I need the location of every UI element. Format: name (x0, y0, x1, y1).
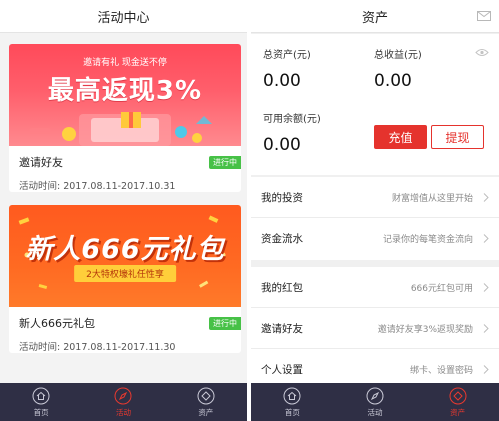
balance-label: 可用余额(元) (263, 114, 321, 125)
activity-center-screen: 活动中心 邀请有礼 现金送不停 最高返现3% 邀请好友 活动时间: 2017.0… (0, 0, 247, 421)
tab-label: 资产 (198, 407, 214, 417)
tab-assets[interactable]: 资产 (416, 383, 499, 421)
banner-headline: 最高返现3% (47, 76, 203, 106)
activity-header: 活动中心 (0, 0, 247, 33)
bottom-tab-bar: 首页 活动 资产 (0, 383, 247, 421)
total-income-value: 0.00 (374, 71, 412, 91)
asset-summary: 总资产(元) 0.00 总收益(元) 0.00 可用余额(元) 0.00 充值 … (251, 34, 499, 175)
page-title: 资产 (361, 10, 388, 26)
diamond-icon (449, 387, 467, 404)
menu-item-my-investment[interactable]: 我的投资 财富增值从这里开始 (251, 177, 499, 218)
menu-hint: 绑卡、设置密码 (409, 366, 473, 376)
banner-headline: 新人666元礼包 (25, 234, 225, 265)
home-icon (32, 387, 50, 404)
tab-assets[interactable]: 资产 (165, 383, 247, 421)
menu-item-invite-friends[interactable]: 邀请好友 邀请好友享3%返现奖励 (251, 308, 499, 349)
activity-card-newcomer[interactable]: 新人666元礼包 2大特权壕礼任性享 新人666元礼包 活动时间: 2017.0… (9, 205, 241, 353)
tab-home[interactable]: 首页 (251, 383, 334, 421)
newcomer-banner[interactable]: 新人666元礼包 2大特权壕礼任性享 (9, 205, 241, 307)
tab-activity[interactable]: 活动 (334, 383, 417, 421)
total-assets-label: 总资产(元) (263, 50, 311, 61)
status-badge: 进行中 (209, 317, 241, 330)
page-title: 活动中心 (97, 10, 150, 26)
bottom-tab-bar: 首页 活动 资产 (251, 383, 499, 421)
tab-label: 资产 (450, 407, 466, 417)
card-title: 新人666元礼包 (19, 317, 95, 330)
menu-label: 个人设置 (261, 364, 303, 376)
total-income-label: 总收益(元) (374, 50, 422, 61)
tab-activity[interactable]: 活动 (82, 383, 164, 421)
invite-banner[interactable]: 邀请有礼 现金送不停 最高返现3% (9, 44, 241, 146)
tab-label: 首页 (33, 407, 49, 417)
compass-icon (366, 387, 384, 404)
menu-item-fund-flow[interactable]: 资金流水 记录你的每笔资金流向 (251, 218, 499, 259)
tab-label: 首页 (284, 407, 300, 417)
banner-ribbon: 2大特权壕礼任性享 (74, 265, 176, 282)
card-info: 新人666元礼包 活动时间: 2017.08.11-2017.11.30 进行中 (9, 307, 241, 353)
assets-screen: 资产 总资产(元) 0.00 总收益(元) 0.00 可用余额(元) 0.00 … (251, 0, 499, 421)
menu-hint: 邀请好友享3%返现奖励 (377, 324, 473, 335)
compass-icon (114, 387, 132, 404)
menu-hint: 666元红包可用 (410, 283, 473, 294)
chevron-right-icon (483, 323, 489, 333)
activity-card-invite[interactable]: 邀请有礼 现金送不停 最高返现3% 邀请好友 活动时间: 2017.08.11-… (9, 44, 241, 192)
menu-group-account: 我的红包 666元红包可用 邀请好友 邀请好友享3%返现奖励 个人设置 绑卡、设… (251, 267, 499, 383)
diamond-icon (197, 387, 215, 404)
total-assets-value: 0.00 (263, 71, 301, 91)
chevron-right-icon (483, 234, 489, 243)
banner-subtitle: 邀请有礼 现金送不停 (83, 58, 167, 68)
chevron-right-icon (483, 365, 489, 374)
chevron-right-icon (483, 282, 489, 292)
withdraw-button[interactable]: 提现 (431, 125, 484, 149)
eye-icon[interactable] (475, 48, 489, 57)
card-time: 活动时间: 2017.08.11-2017.10.31 (19, 181, 176, 192)
tab-home[interactable]: 首页 (0, 383, 82, 421)
mail-icon[interactable] (477, 11, 491, 21)
assets-header: 资产 (251, 0, 499, 33)
home-icon (283, 387, 301, 404)
menu-label: 邀请好友 (261, 322, 303, 335)
menu-label: 我的投资 (261, 191, 303, 204)
menu-label: 我的红包 (261, 281, 303, 294)
tab-label: 活动 (367, 407, 383, 417)
menu-item-red-packet[interactable]: 我的红包 666元红包可用 (251, 267, 499, 308)
menu-label: 资金流水 (261, 233, 303, 245)
menu-hint: 财富增值从这里开始 (391, 193, 473, 204)
status-badge: 进行中 (209, 156, 241, 169)
card-time: 活动时间: 2017.08.11-2017.11.30 (19, 342, 176, 353)
menu-hint: 记录你的每笔资金流向 (382, 235, 473, 245)
card-title: 邀请好友 (19, 156, 63, 169)
tab-label: 活动 (115, 407, 131, 417)
chevron-right-icon (483, 192, 489, 202)
balance-value: 0.00 (263, 135, 301, 155)
card-info: 邀请好友 活动时间: 2017.08.11-2017.10.31 进行中 (9, 146, 241, 192)
charge-button[interactable]: 充值 (374, 125, 427, 149)
menu-group-funds: 我的投资 财富增值从这里开始 资金流水 记录你的每笔资金流向 (251, 177, 499, 260)
